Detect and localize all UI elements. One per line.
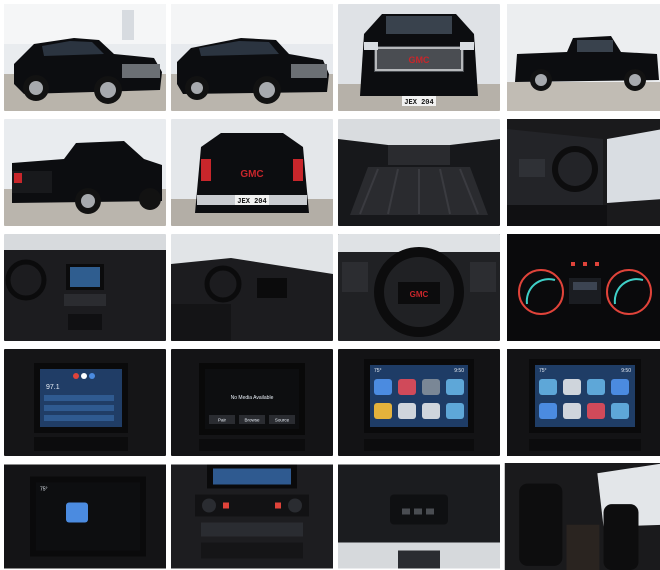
clock-readout: 9:50 xyxy=(454,368,464,374)
photo-exterior-side[interactable] xyxy=(504,4,660,111)
license-plate-front: JEX 204 xyxy=(404,99,433,107)
gmc-badge-rear: GMC xyxy=(240,169,263,180)
license-plate-rear: JEX 204 xyxy=(237,198,266,206)
photo-truck-bed[interactable] xyxy=(338,119,500,226)
photo-overhead-console[interactable] xyxy=(338,463,500,570)
clock-readout-2: 9:50 xyxy=(621,368,631,374)
photo-exterior-front-right[interactable] xyxy=(171,4,333,111)
radio-frequency: 97.1 xyxy=(46,384,60,391)
photo-radio-screen[interactable]: 97.1 xyxy=(4,349,166,456)
photo-exterior-rear-left[interactable] xyxy=(4,119,166,226)
gmc-badge-steering: GMC xyxy=(410,290,429,299)
photo-steering-wheel[interactable]: GMC xyxy=(338,234,500,341)
temp-readout-2: 75° xyxy=(539,368,547,374)
photo-gauge-cluster[interactable] xyxy=(504,234,660,341)
media-browse-button: Browse xyxy=(244,418,260,423)
media-pair-button: Pair xyxy=(218,418,227,423)
temp-readout-3: 75° xyxy=(40,487,48,493)
photo-climate-controls[interactable] xyxy=(171,463,333,570)
photo-dashboard-wide[interactable] xyxy=(4,234,166,341)
media-source-button: Source xyxy=(275,418,290,423)
photo-home-screen-apps[interactable]: 75° 9:50 xyxy=(338,349,500,456)
photo-interior-passenger-view[interactable] xyxy=(171,234,333,341)
photo-front-seats[interactable] xyxy=(504,463,660,570)
photo-exterior-front-left[interactable] xyxy=(4,4,166,111)
temp-readout: 75° xyxy=(374,368,382,374)
no-media-label: No Media Available xyxy=(231,395,274,401)
photo-exterior-rear[interactable]: GMC JEX 204 xyxy=(171,119,333,226)
photo-media-screen[interactable]: No Media Available Pair Browse Source xyxy=(171,349,333,456)
gmc-badge: GMC xyxy=(409,55,430,65)
photo-home-screen-apps-2[interactable]: 75° 9:50 xyxy=(504,349,660,456)
photo-exterior-front[interactable]: GMC JEX 204 xyxy=(338,4,500,111)
photo-gallery: GMC JEX 204 GMC JEX 204 GMC 97.1 No Medi… xyxy=(0,0,660,570)
photo-screen-single-app[interactable]: 75° xyxy=(4,463,166,570)
photo-interior-driver-door[interactable] xyxy=(504,119,660,226)
